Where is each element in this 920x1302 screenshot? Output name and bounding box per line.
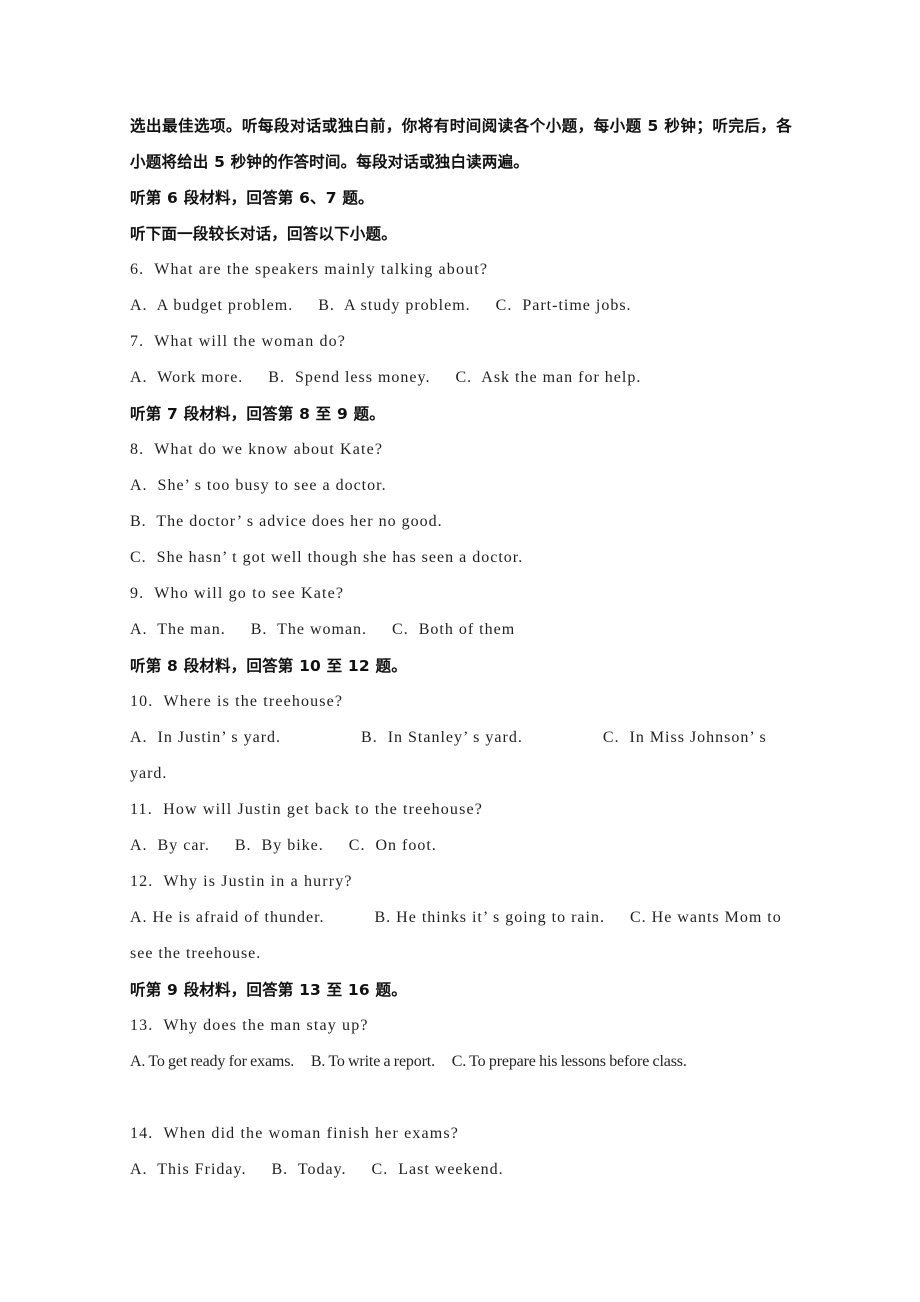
question-stem-9: 9. Who will go to see Kate?: [130, 585, 345, 602]
question-stem-8: 8. What do we know about Kate?: [130, 441, 384, 458]
section-heading-material-9: 听第 9 段材料，回答第 13 至 16 题。: [130, 981, 407, 999]
question-option-8-c: C. She hasn’ t got well though she has s…: [130, 549, 524, 566]
section-heading-material-7: 听第 7 段材料，回答第 8 至 9 题。: [130, 405, 385, 423]
question-option-8-b: B. The doctor’ s advice does her no good…: [130, 513, 443, 530]
question-option-8-a: A. She’ s too busy to see a doctor.: [130, 477, 387, 494]
question-options-14: A. This Friday. B. Today. C. Last weeken…: [130, 1161, 504, 1178]
question-options-9: A. The man. B. The woman. C. Both of the…: [130, 621, 516, 638]
document-page: 选出最佳选项。听每段对话或独白前，你将有时间阅读各个小题，每小题 5 秒钟；听完…: [0, 0, 920, 1302]
question-stem-6: 6. What are the speakers mainly talking …: [130, 261, 489, 278]
section-heading-material-8: 听第 8 段材料，回答第 10 至 12 题。: [130, 657, 407, 675]
question-stem-11: 11. How will Justin get back to the tree…: [130, 801, 483, 818]
question-stem-10: 10. Where is the treehouse?: [130, 693, 344, 710]
document-content: 选出最佳选项。听每段对话或独白前，你将有时间阅读各个小题，每小题 5 秒钟；听完…: [130, 108, 792, 1188]
question-stem-7: 7. What will the woman do?: [130, 333, 347, 350]
section-subheading-long-dialogue: 听下面一段较长对话，回答以下小题。: [130, 225, 397, 243]
question-stem-14: 14. When did the woman finish her exams?: [130, 1125, 460, 1142]
question-options-12: A. He is afraid of thunder. B. He thinks…: [130, 909, 787, 962]
question-options-7: A. Work more. B. Spend less money. C. As…: [130, 369, 642, 386]
question-options-11: A. By car. B. By bike. C. On foot.: [130, 837, 437, 854]
question-options-13: A. To get ready for exams. B. To write a…: [130, 1053, 687, 1070]
section-heading-material-6: 听第 6 段材料，回答第 6、7 题。: [130, 189, 374, 207]
listening-instructions-paragraph: 选出最佳选项。听每段对话或独白前，你将有时间阅读各个小题，每小题 5 秒钟；听完…: [130, 117, 792, 171]
question-options-10: A. In Justin’ s yard. B. In Stanley’ s y…: [130, 729, 772, 782]
question-stem-13: 13. Why does the man stay up?: [130, 1017, 369, 1034]
question-stem-12: 12. Why is Justin in a hurry?: [130, 873, 353, 890]
question-options-6: A. A budget problem. B. A study problem.…: [130, 297, 632, 314]
